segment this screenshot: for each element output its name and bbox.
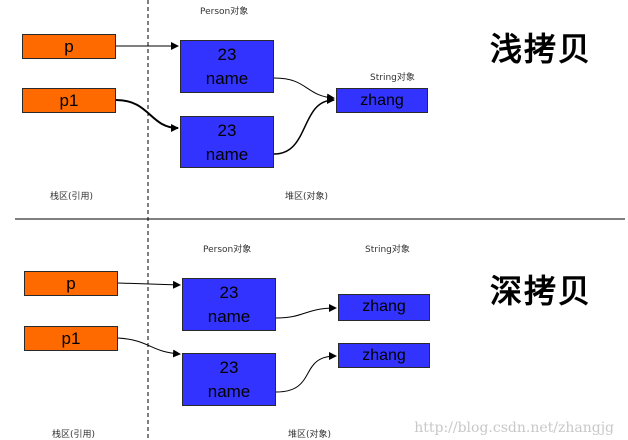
deep-person-obj2: 23 name xyxy=(182,353,276,406)
deep-stack-label: 栈区(引用) xyxy=(52,430,96,440)
obj-field: name xyxy=(205,145,249,164)
arrow-p-to-obj1-deep xyxy=(117,280,181,289)
obj-field: name xyxy=(207,382,251,401)
obj-value: 23 xyxy=(219,358,239,377)
arrow-obj2-to-str2-deep xyxy=(275,352,337,393)
deep-ref-p: p xyxy=(24,271,118,296)
shallow-copy-title: 浅拷贝 xyxy=(490,30,593,68)
obj-value: 23 xyxy=(217,121,237,140)
shallow-person-label: Person对象 xyxy=(200,7,249,17)
obj-field: name xyxy=(205,69,249,88)
shallow-string-label: String对象 xyxy=(370,73,415,83)
shallow-string-obj: zhang xyxy=(336,88,428,113)
deep-person-label: Person对象 xyxy=(203,245,252,255)
obj-value: 23 xyxy=(219,283,239,302)
deep-string-obj1: zhang xyxy=(338,294,430,321)
deep-copy-title: 深拷贝 xyxy=(490,272,593,310)
deep-string-obj2: zhang xyxy=(338,343,430,368)
shallow-ref-p: p xyxy=(22,34,116,59)
deep-string-label: String对象 xyxy=(365,245,410,255)
deep-ref-p1: p1 xyxy=(24,326,118,351)
shallow-person-obj2: 23 name xyxy=(180,116,274,168)
shallow-person-obj1: 23 name xyxy=(180,40,274,93)
obj-value: 23 xyxy=(217,45,237,64)
shallow-stack-label: 栈区(引用) xyxy=(50,192,94,202)
deep-person-obj1: 23 name xyxy=(182,278,276,331)
arrow-obj1-to-str-shallow xyxy=(273,77,335,102)
shallow-ref-p1: p1 xyxy=(22,88,116,113)
arrow-p1-to-obj2-deep xyxy=(117,337,181,358)
deep-heap-label: 堆区(对象) xyxy=(288,430,332,440)
arrow-obj2-to-str-shallow xyxy=(273,96,335,155)
arrow-p1-to-obj2-shallow xyxy=(115,99,179,132)
shallow-heap-label: 堆区(对象) xyxy=(285,192,329,202)
watermark: http://blog.csdn.net/zhangjg xyxy=(414,420,614,436)
arrow-obj1-to-str1-deep xyxy=(275,304,337,319)
obj-field: name xyxy=(207,307,251,326)
